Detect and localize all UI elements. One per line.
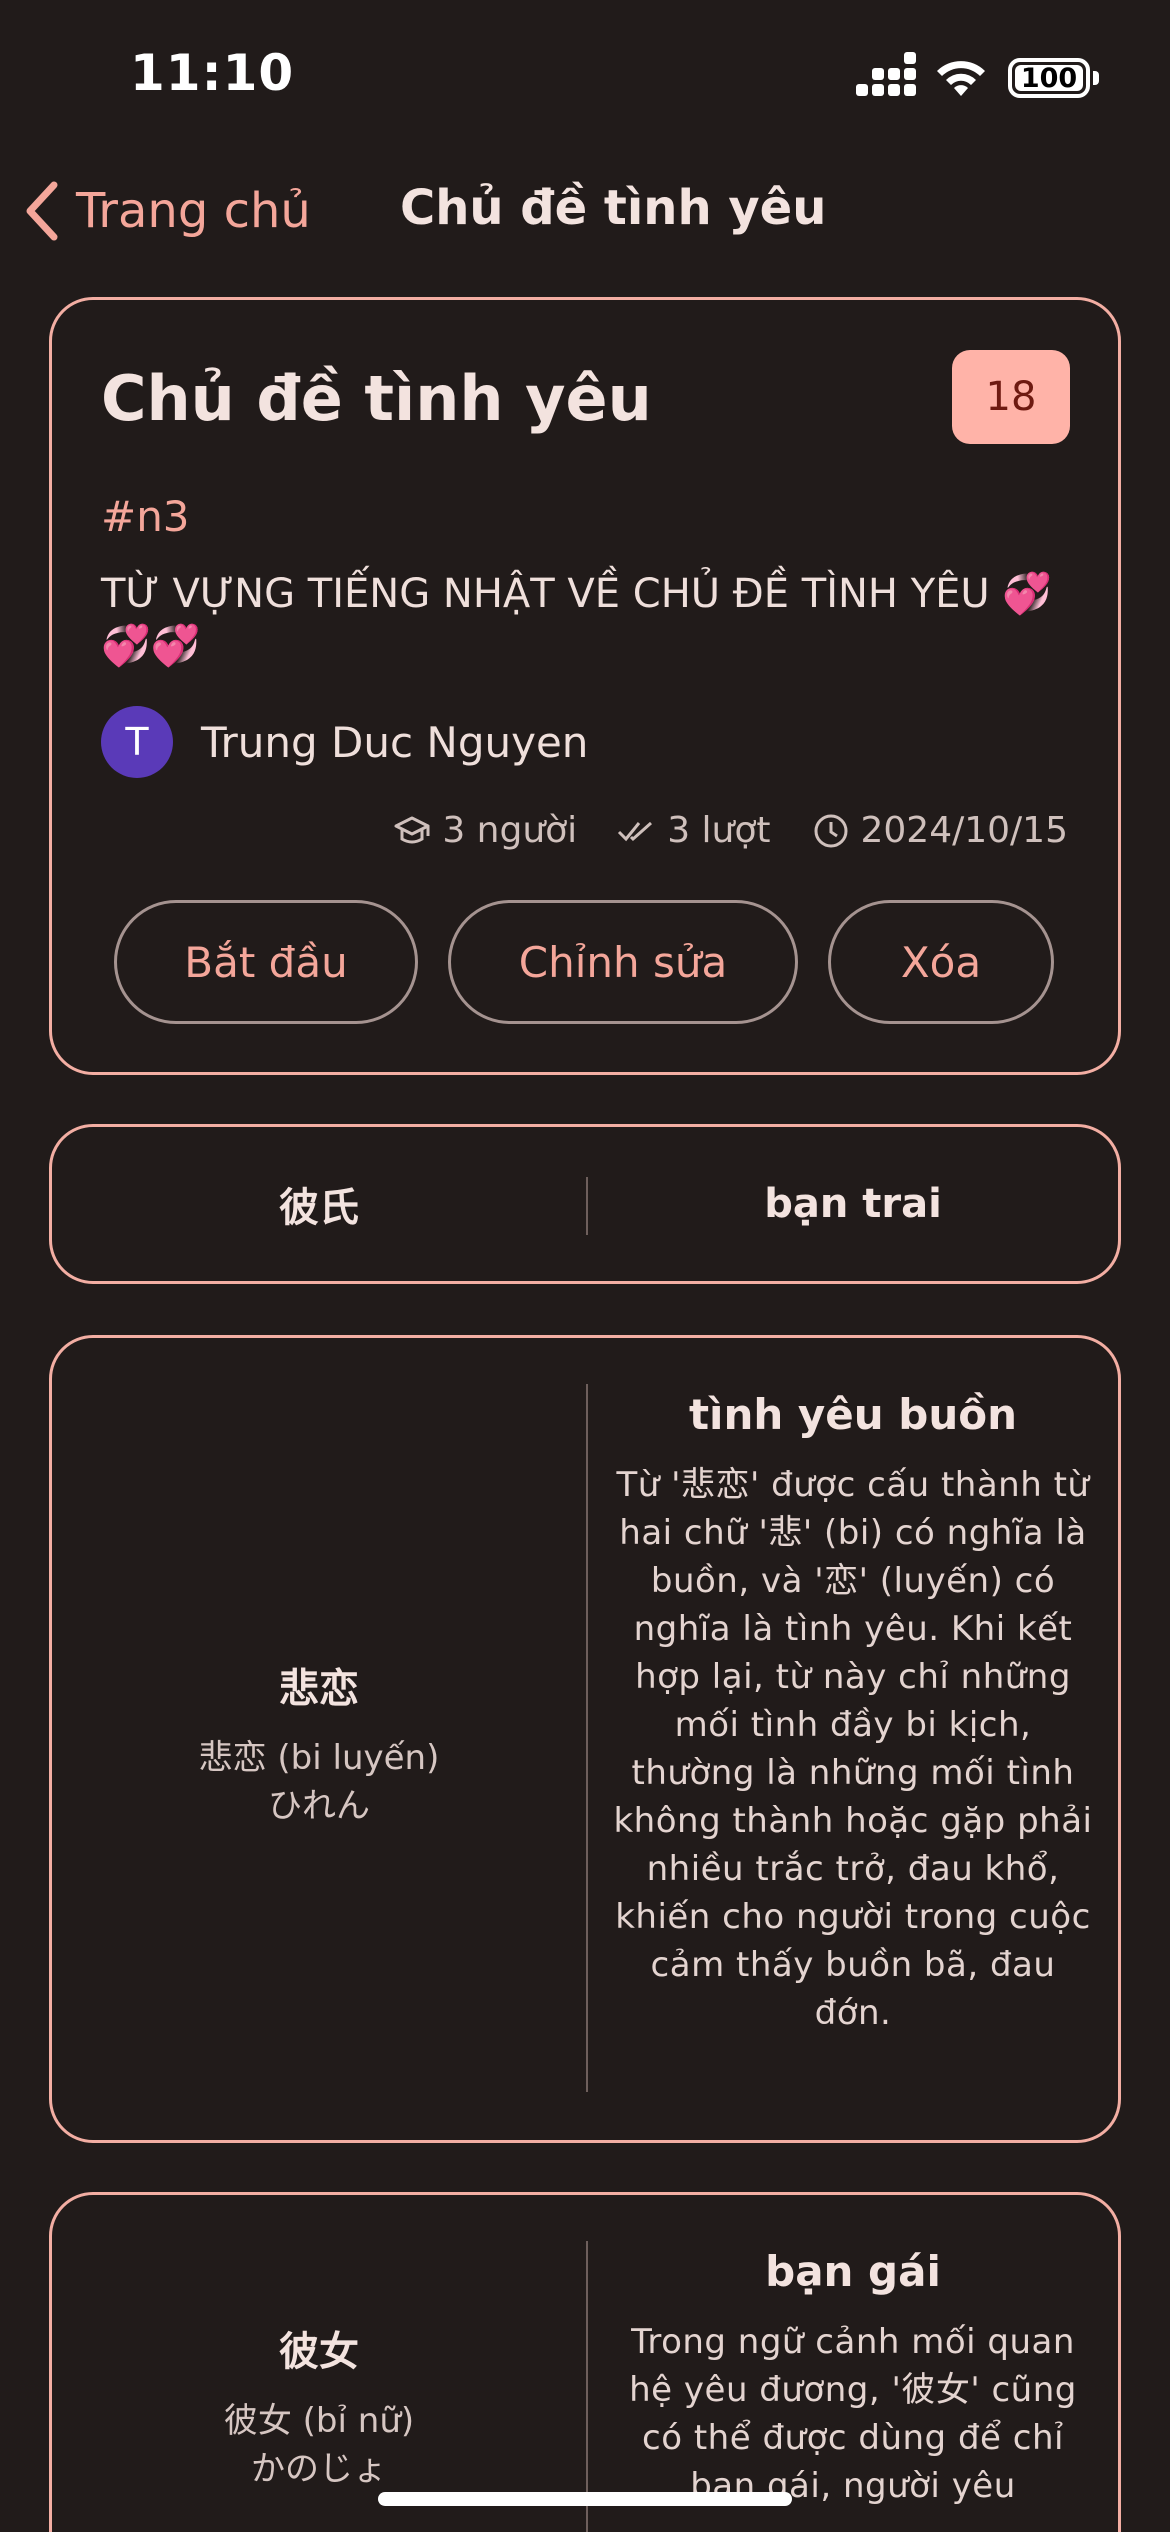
vocab-reading-kana: かのじょ xyxy=(251,2449,387,2489)
clock-icon xyxy=(814,814,847,847)
vocab-meaning: bạn gái xyxy=(765,2247,941,2296)
battery-tip xyxy=(1093,71,1099,85)
vocab-word: 彼氏 xyxy=(279,1185,359,1231)
start-button[interactable]: Bắt đầu xyxy=(114,900,418,1024)
avatar: T xyxy=(101,706,173,778)
date-stat: 2024/10/15 xyxy=(811,810,1069,851)
attempts-count: 3 lượt xyxy=(667,810,771,851)
delete-button[interactable]: Xóa xyxy=(828,900,1054,1024)
vocab-word: 悲恋 xyxy=(279,1666,359,1712)
vocab-reading-vi: 彼女 (bỉ nữ) xyxy=(223,2401,415,2441)
attempts-stat: 3 lượt xyxy=(617,810,771,851)
battery-icon: 100 xyxy=(1008,58,1090,98)
divider xyxy=(586,2241,588,2532)
battery-level: 100 xyxy=(1015,65,1083,93)
vocab-card[interactable]: 悲恋 悲恋 (bi luyến) ひれん tình yêu buồn Từ '悲… xyxy=(49,1335,1121,2143)
topic-description: TỪ VỰNG TIẾNG NHẬT VỀ CHỦ ĐỀ TÌNH YÊU 💞💞… xyxy=(101,571,1053,669)
vocab-word: 彼女 xyxy=(279,2329,359,2375)
author[interactable]: T Trung Duc Nguyen xyxy=(101,706,588,778)
wifi-icon xyxy=(937,61,985,96)
learners-stat: 3 người xyxy=(392,810,577,851)
vocab-meaning: bạn trai xyxy=(764,1181,942,1227)
status-time: 11:10 xyxy=(130,44,295,102)
author-name: Trung Duc Nguyen xyxy=(201,717,589,767)
learners-count: 3 người xyxy=(442,810,578,851)
back-label: Trang chủ xyxy=(76,183,311,239)
vocab-card[interactable]: 彼女 彼女 (bỉ nữ) かのじょ bạn gái Trong ngữ cản… xyxy=(49,2192,1121,2532)
topic-meta: 3 người 3 lượt 2024/10/15 xyxy=(352,810,1068,851)
topic-hashtag[interactable]: #n3 xyxy=(101,492,190,541)
vocab-reading-kana: ひれん xyxy=(268,1786,370,1826)
created-date: 2024/10/15 xyxy=(860,810,1069,851)
graduation-cap-icon xyxy=(394,816,430,843)
page-title: Chủ đề tình yêu xyxy=(400,180,827,236)
double-check-icon xyxy=(618,821,653,841)
status-bar: 11:10 100 xyxy=(0,0,1170,150)
topic-title: Chủ đề tình yêu xyxy=(101,362,652,435)
topic-actions: Bắt đầu Chỉnh sửa Xóa xyxy=(114,900,1054,1024)
nav-bar: Trang chủ Chủ đề tình yêu xyxy=(0,160,1170,260)
chevron-left-icon xyxy=(26,181,58,241)
screen: { "status": { "time": "11:10", "battery"… xyxy=(0,0,1170,2532)
vocab-word-block: 悲恋 悲恋 (bi luyến) ひれん xyxy=(52,1656,586,1830)
vocab-word-block: 彼女 彼女 (bỉ nữ) かのじょ xyxy=(52,2319,586,2493)
back-button[interactable]: Trang chủ xyxy=(22,176,311,246)
vocab-explanation: Từ '悲恋' được cấu thành từ hai chữ '悲' (b… xyxy=(613,1465,1093,2033)
home-indicator[interactable] xyxy=(378,2492,792,2506)
vocab-card[interactable]: 彼氏 bạn trai xyxy=(49,1124,1121,1284)
vocab-meaning-block: tình yêu buồn Từ '悲恋' được cấu thành từ … xyxy=(608,1390,1098,2037)
vocab-meaning: tình yêu buồn xyxy=(688,1390,1017,1439)
edit-button[interactable]: Chỉnh sửa xyxy=(448,900,798,1024)
cellular-signal-icon xyxy=(856,52,916,100)
vocab-reading-vi: 悲恋 (bi luyến) xyxy=(198,1738,440,1778)
divider xyxy=(586,1384,588,2092)
word-count-badge: 18 xyxy=(952,350,1070,444)
vocab-explanation: Trong ngữ cảnh mối quan hệ yêu đương, '彼… xyxy=(629,2322,1077,2506)
vocab-meaning-block: bạn gái Trong ngữ cảnh mối quan hệ yêu đ… xyxy=(608,2247,1098,2510)
topic-card: Chủ đề tình yêu 18 #n3 TỪ VỰNG TIẾNG NHẬ… xyxy=(49,297,1121,1075)
